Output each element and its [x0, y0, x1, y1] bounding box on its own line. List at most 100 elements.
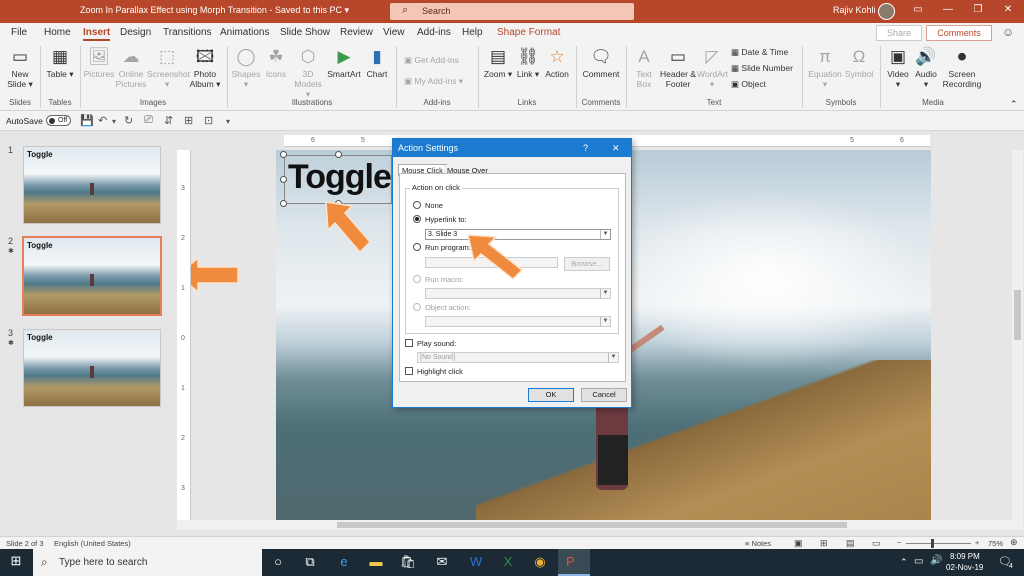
scroll-thumb[interactable]: [1014, 290, 1021, 340]
screenshot-button[interactable]: ⬚ Screenshot ▾: [147, 47, 190, 89]
undo-dropdown-icon[interactable]: ▾: [112, 117, 116, 126]
tab-view[interactable]: View: [383, 27, 405, 38]
taskbar-search[interactable]: ⌕ Type here to search: [33, 549, 262, 576]
autosave-toggle[interactable]: Off: [46, 115, 71, 126]
close-icon[interactable]: ✕: [612, 143, 620, 154]
resize-handle[interactable]: [280, 151, 287, 158]
notes-button[interactable]: ≡ Notes: [745, 539, 771, 548]
windows-start-icon[interactable]: ⊞: [2, 553, 30, 569]
chrome-icon[interactable]: ◉: [526, 554, 554, 570]
radio-none[interactable]: [413, 201, 421, 209]
audio-button[interactable]: 🔊 Audio ▾: [912, 47, 940, 89]
cortana-icon[interactable]: ○: [264, 554, 292, 569]
ribbon-display-icon[interactable]: ▭: [908, 4, 928, 15]
browse-button[interactable]: Browse...: [564, 257, 610, 271]
horizontal-scrollbar[interactable]: [177, 520, 1023, 530]
radio-run-macro[interactable]: [413, 275, 421, 283]
radio-object-action[interactable]: [413, 303, 421, 311]
collapse-ribbon-icon[interactable]: ⌃: [1010, 99, 1018, 110]
object-button[interactable]: ▣ Object: [731, 79, 766, 90]
chart-button[interactable]: ▮ Chart: [363, 47, 391, 79]
action-button[interactable]: ☆ Action: [542, 47, 572, 79]
smartart-button[interactable]: ▶ SmartArt: [326, 47, 362, 79]
screen-recording-button[interactable]: ⏺ Screen Recording: [941, 47, 983, 89]
zoom-button[interactable]: ▤ Zoom ▾: [483, 47, 513, 79]
photo-album-button[interactable]: 🖾 Photo Album ▾: [188, 47, 222, 89]
language[interactable]: English (United States): [54, 539, 131, 548]
normal-view-icon[interactable]: ▣: [794, 538, 803, 549]
selected-text-box[interactable]: Toggle: [284, 155, 392, 204]
word-icon[interactable]: W: [462, 554, 490, 569]
ok-button[interactable]: OK: [528, 388, 574, 402]
redo-icon[interactable]: ↻: [124, 114, 133, 127]
tab-insert[interactable]: Insert: [83, 27, 111, 41]
clock-date[interactable]: 02-Nov-19: [946, 563, 983, 572]
network-icon[interactable]: ▭: [914, 556, 923, 567]
get-add-ins-button[interactable]: ▣ Get Add-ins: [404, 55, 459, 66]
avatar[interactable]: [878, 3, 895, 20]
my-add-ins-button[interactable]: ▣ My Add-ins ▾: [404, 76, 463, 87]
mail-icon[interactable]: ✉: [428, 554, 456, 570]
excel-icon[interactable]: X: [494, 554, 522, 569]
zoom-level[interactable]: 75%: [988, 539, 1003, 548]
vertical-scrollbar[interactable]: [1012, 150, 1023, 520]
present-icon[interactable]: ⎚: [144, 114, 153, 127]
run-macro-select[interactable]: ▼: [425, 288, 611, 299]
tab-home[interactable]: Home: [44, 27, 71, 38]
restore-icon[interactable]: ❐: [968, 4, 988, 15]
highlight-click-checkbox[interactable]: [405, 367, 413, 375]
slide-sorter-icon[interactable]: ⊞: [820, 538, 828, 549]
play-sound-checkbox[interactable]: [405, 339, 413, 347]
customize-qat-icon[interactable]: ▾: [226, 117, 230, 126]
user-name[interactable]: Rajiv Kohli: [833, 5, 876, 15]
tab-review[interactable]: Review: [340, 27, 373, 38]
tab-file[interactable]: File: [11, 27, 27, 38]
link-button[interactable]: ⛓ Link ▾: [514, 47, 542, 79]
resize-handle[interactable]: [280, 200, 287, 207]
tab-animations[interactable]: Animations: [220, 27, 269, 38]
zoom-out-icon[interactable]: −: [897, 538, 901, 547]
chevron-up-icon[interactable]: ⌃: [900, 557, 908, 568]
layout-icon[interactable]: ⊡: [204, 114, 213, 127]
comments-button[interactable]: Comments: [926, 25, 992, 41]
fit-slide-icon[interactable]: ⊕: [1010, 537, 1018, 548]
slideshow-view-icon[interactable]: ▭: [872, 538, 881, 549]
file-explorer-icon[interactable]: ▬: [362, 554, 390, 569]
radio-hyperlink[interactable]: [413, 215, 421, 223]
zoom-slider-thumb[interactable]: [931, 539, 934, 548]
edge-icon[interactable]: e: [330, 554, 358, 569]
zoom-slider[interactable]: [906, 543, 971, 544]
scroll-thumb[interactable]: [337, 522, 847, 528]
clock-time[interactable]: 8:09 PM: [950, 552, 980, 561]
equation-button[interactable]: π Equation ▾: [806, 47, 844, 89]
tab-shape-format[interactable]: Shape Format: [497, 27, 560, 38]
zoom-in-icon[interactable]: +: [975, 538, 979, 547]
object-action-select[interactable]: ▼: [425, 316, 611, 327]
format-icon[interactable]: ⊞: [184, 114, 193, 127]
store-icon[interactable]: 🛍: [394, 554, 422, 570]
slide-number-button[interactable]: ▦ Slide Number: [731, 63, 793, 74]
online-pictures-button[interactable]: ☁ Online Pictures: [115, 47, 147, 89]
minimize-icon[interactable]: —: [938, 4, 958, 15]
new-slide-button[interactable]: ▭ New Slide ▾: [4, 47, 36, 89]
task-view-icon[interactable]: ⧉: [296, 554, 324, 570]
tab-slide-show[interactable]: Slide Show: [280, 27, 330, 38]
save-icon[interactable]: 💾: [80, 114, 94, 127]
text-box-button[interactable]: A Text Box: [630, 47, 658, 89]
tab-design[interactable]: Design: [120, 27, 151, 38]
symbol-button[interactable]: Ω Symbol: [844, 47, 874, 79]
reading-view-icon[interactable]: ▤: [846, 538, 855, 549]
tab-help[interactable]: Help: [462, 27, 483, 38]
slide-thumbnail-3[interactable]: Toggle: [23, 329, 161, 407]
3d-models-button[interactable]: ⬡ 3D Models ▾: [291, 47, 325, 99]
cancel-button[interactable]: Cancel: [581, 388, 627, 402]
comment-button[interactable]: 🗨 Comment: [580, 47, 622, 79]
close-icon[interactable]: ✕: [998, 4, 1018, 15]
wordart-button[interactable]: ◸ WordArt ▾: [697, 47, 728, 89]
video-button[interactable]: ▣ Video ▾: [884, 47, 912, 89]
radio-run-program[interactable]: [413, 243, 421, 251]
date-time-button[interactable]: ▦ Date & Time: [731, 47, 788, 58]
tab-transitions[interactable]: Transitions: [163, 27, 212, 38]
header-footer-button[interactable]: ▭ Header & Footer: [659, 47, 697, 89]
resize-handle[interactable]: [335, 151, 342, 158]
